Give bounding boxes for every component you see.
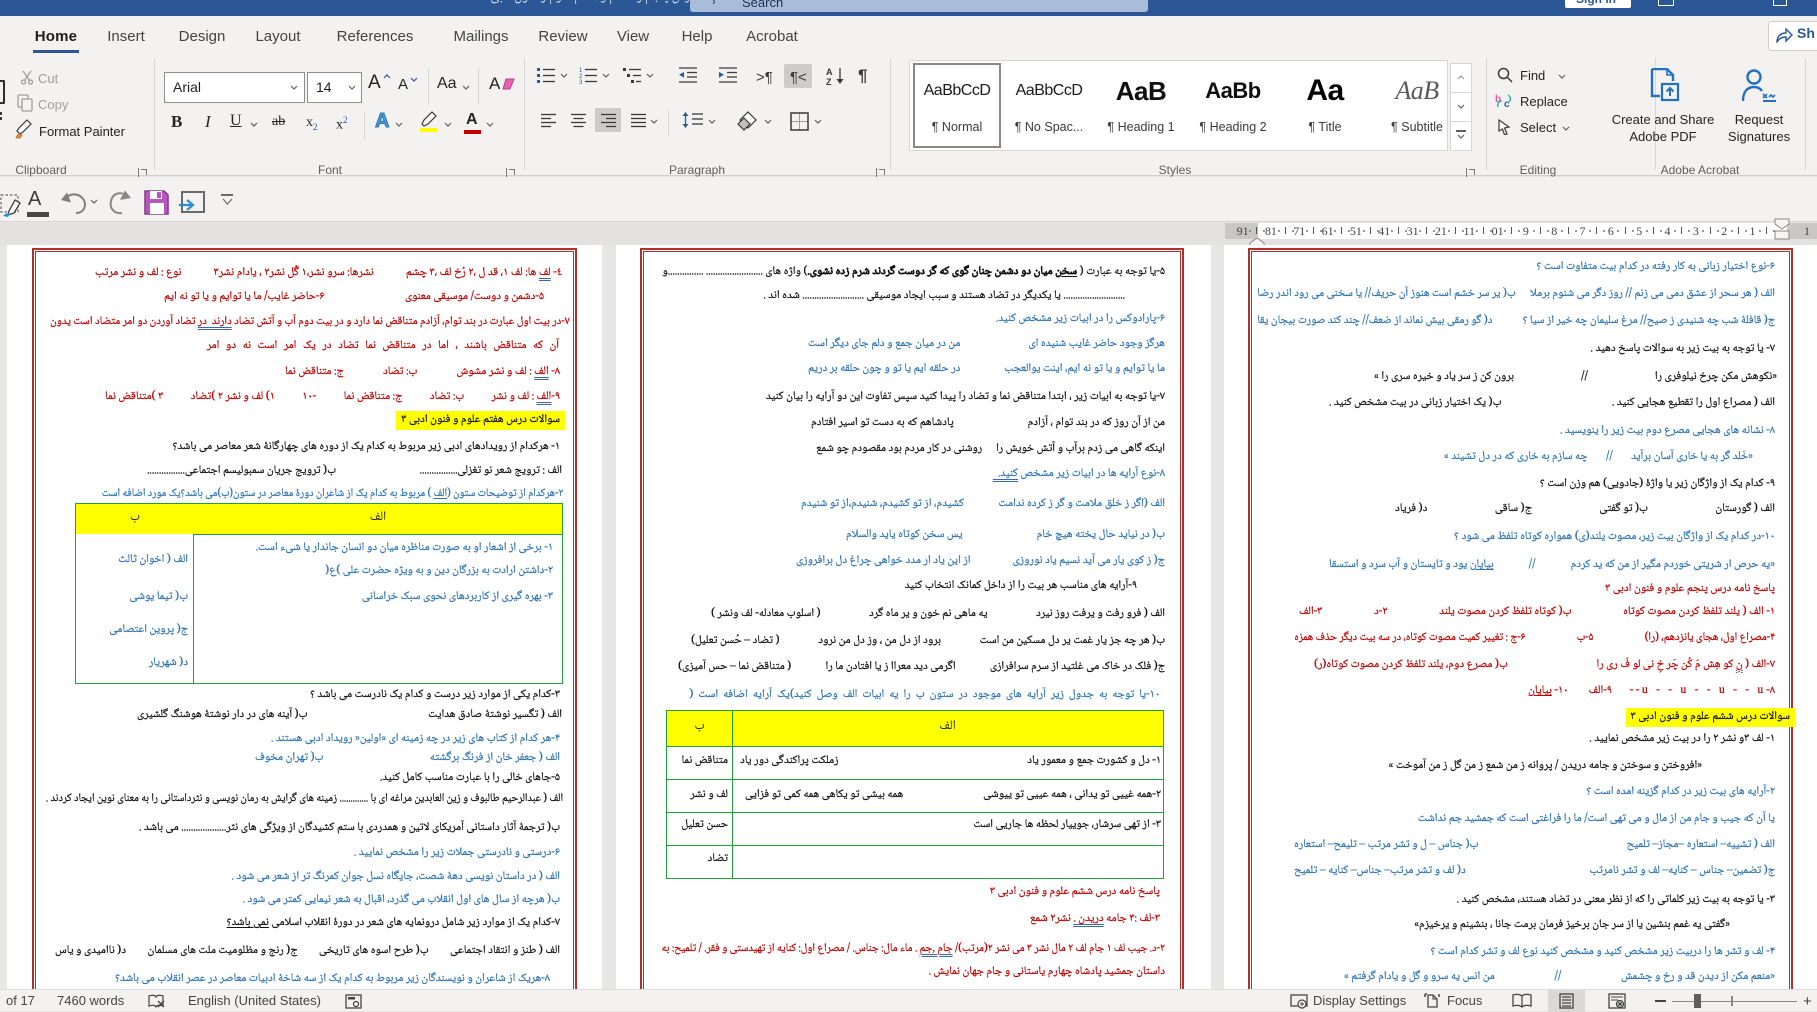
svg-text:c: c	[1504, 99, 1510, 109]
svg-text:A: A	[826, 67, 833, 77]
svg-text:3: 3	[579, 80, 583, 84]
svg-text:Z: Z	[826, 77, 832, 85]
